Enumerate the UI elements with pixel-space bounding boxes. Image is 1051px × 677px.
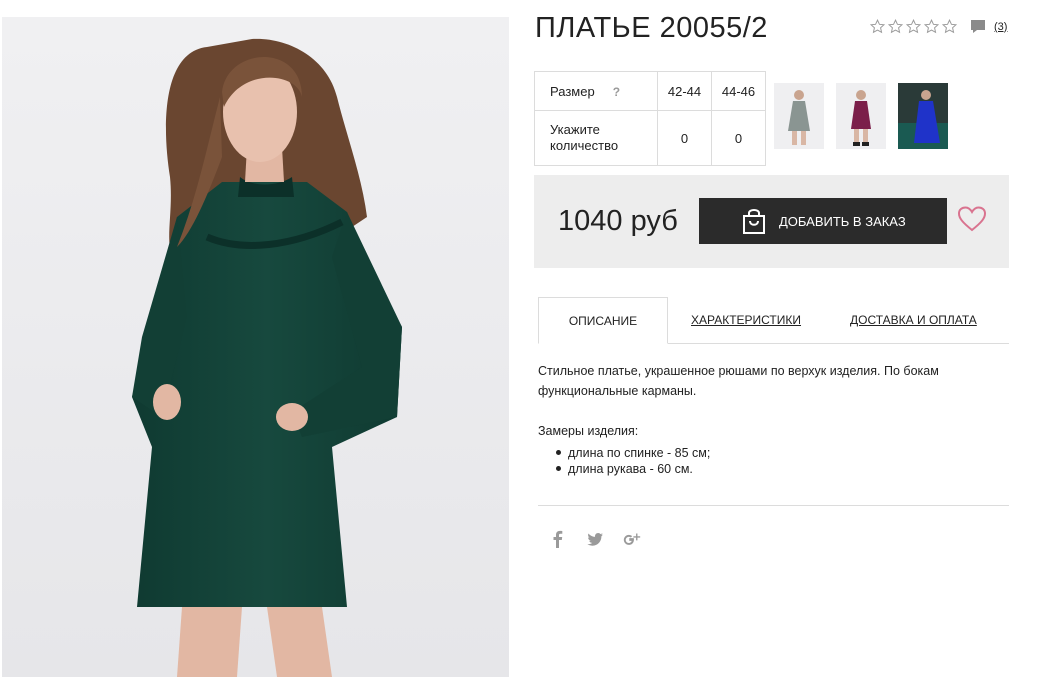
add-to-order-button[interactable]: ДОБАВИТЬ В ЗАКАЗ xyxy=(699,198,947,244)
star-empty-icon[interactable] xyxy=(942,19,957,34)
rating: (3) xyxy=(870,19,1007,34)
quantity-label-line2: количество xyxy=(550,138,619,153)
size-label-cell: Размер? xyxy=(534,71,658,111)
description-line: функциональные карманы. xyxy=(538,384,697,398)
thumbnail-grey-dress[interactable] xyxy=(774,83,824,149)
size-label: Размер xyxy=(550,83,595,99)
size-help-icon[interactable]: ? xyxy=(613,85,620,99)
product-title: ПЛАТЬЕ 20055/2 xyxy=(535,12,768,44)
tab-delivery[interactable]: ДОСТАВКА И ОПЛАТА xyxy=(850,297,977,342)
size-option-44-46: 44-46 xyxy=(711,71,766,111)
social-share xyxy=(548,528,659,550)
list-item: длина рукава - 60 см. xyxy=(553,461,710,477)
star-empty-icon[interactable] xyxy=(888,19,903,34)
heart-icon[interactable] xyxy=(958,206,986,232)
product-main-image[interactable] xyxy=(2,17,509,677)
comment-icon xyxy=(971,20,985,33)
measure-text: длина по спинке - 85 см; xyxy=(568,446,711,460)
list-item: длина по спинке - 85 см; xyxy=(553,445,710,461)
size-option-42-44: 42-44 xyxy=(657,71,712,111)
divider xyxy=(538,505,1009,506)
star-empty-icon[interactable] xyxy=(906,19,921,34)
shopping-bag-icon xyxy=(743,209,765,234)
quantity-input-44-46[interactable]: 0 xyxy=(711,110,766,166)
measure-text: длина рукава - 60 см. xyxy=(568,462,693,476)
thumbnail-blue-dress[interactable] xyxy=(898,83,948,149)
review-count-link[interactable]: (3) xyxy=(994,21,1007,33)
twitter-icon[interactable] xyxy=(585,528,605,550)
description-line: Стильное платье, украшенное рюшами по ве… xyxy=(538,364,939,378)
buy-box: 1040 руб ДОБАВИТЬ В ЗАКАЗ xyxy=(534,175,1009,268)
thumbnail-burgundy-dress[interactable] xyxy=(836,83,886,149)
product-tabs: ОПИСАНИЕ ХАРАКТЕРИСТИКИ ДОСТАВКА И ОПЛАТ… xyxy=(538,297,1009,344)
price: 1040 руб xyxy=(558,205,678,237)
facebook-icon[interactable] xyxy=(548,528,568,550)
measures-title: Замеры изделия: xyxy=(538,424,639,438)
description-text: Стильное платье, украшенное рюшами по ве… xyxy=(538,361,978,401)
add-to-order-label: ДОБАВИТЬ В ЗАКАЗ xyxy=(779,213,906,229)
tab-characteristics[interactable]: ХАРАКТЕРИСТИКИ xyxy=(691,297,801,342)
size-table: Размер? 42-44 44-46 Укажите количество 0… xyxy=(534,71,766,166)
star-empty-icon[interactable] xyxy=(870,19,885,34)
google-plus-icon[interactable] xyxy=(622,528,642,550)
color-thumbnails xyxy=(774,83,960,149)
tab-description[interactable]: ОПИСАНИЕ xyxy=(538,297,668,344)
quantity-input-42-44[interactable]: 0 xyxy=(657,110,712,166)
star-empty-icon[interactable] xyxy=(924,19,939,34)
quantity-label-line1: Укажите xyxy=(550,122,600,137)
measures-list: длина по спинке - 85 см; длина рукава - … xyxy=(553,445,710,477)
quantity-label: Укажите количество xyxy=(534,110,658,166)
